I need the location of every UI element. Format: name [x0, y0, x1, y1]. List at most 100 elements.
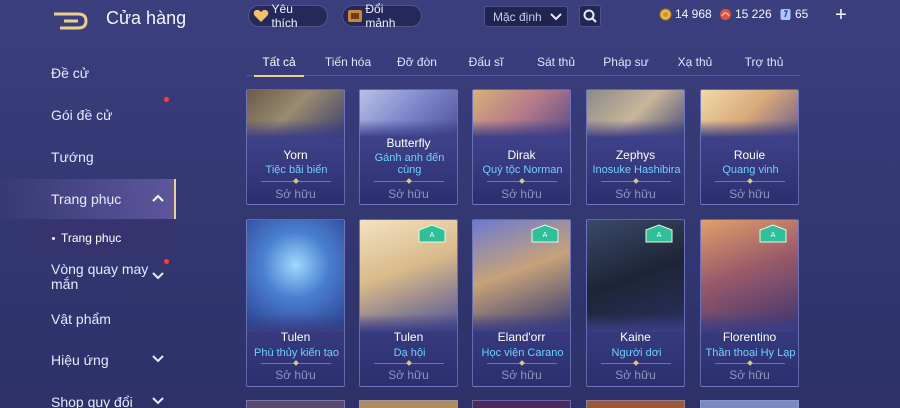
card-divider [261, 181, 331, 182]
skin-artwork [247, 90, 344, 138]
rank-badge-icon: A [759, 224, 787, 243]
skin-name: Quang vinh [722, 164, 779, 176]
chevron-down-icon [152, 272, 164, 280]
skin-card-partial[interactable] [586, 400, 685, 408]
sidebar-item-heroes[interactable]: Tướng [0, 137, 176, 177]
skin-card[interactable]: Yorn Tiệc bãi biển Sở hữu [246, 89, 345, 205]
skin-name: Thần thoại Hy Lạp [705, 347, 796, 359]
back-button[interactable] [52, 8, 90, 30]
voucher-icon [780, 8, 791, 20]
skin-card[interactable]: Rouie Quang vinh Sở hữu [700, 89, 799, 205]
ruby-icon [720, 8, 731, 20]
skin-card[interactable]: A Eland'orr Học viện Carano Sở hữu [472, 219, 571, 387]
skin-card[interactable]: Tulen Phù thủy kiến tạo Sở hữu [246, 219, 345, 387]
skin-artwork [701, 90, 798, 138]
owned-status: Sở hữu [501, 368, 542, 382]
hero-name: Zephys [615, 148, 656, 162]
card-divider [715, 363, 785, 364]
skin-artwork [587, 90, 684, 138]
tab-mage[interactable]: Pháp sư [599, 48, 653, 76]
skin-card-partial[interactable] [246, 400, 345, 408]
tab-support[interactable]: Trợ thủ [738, 48, 790, 76]
card-divider [374, 181, 444, 182]
shop-screen: Cửa hàng Yêu thích Đổi mảnh Mặc định 14 … [0, 0, 900, 408]
hero-name: Rouie [733, 148, 766, 162]
rank-badge-icon: A [645, 224, 673, 243]
tab-evolution[interactable]: Tiến hóa [318, 48, 378, 76]
search-button[interactable] [579, 5, 601, 27]
skin-name: Phù thủy kiến tạo [253, 347, 339, 359]
sidebar-item-label: Đề cử [51, 64, 90, 81]
card-divider [487, 363, 557, 364]
sidebar-item-skins[interactable]: Trang phục [0, 179, 176, 219]
skin-grid: Yorn Tiệc bãi biển Sở hữu Butterfly Gánh… [246, 89, 806, 408]
card-divider [487, 181, 557, 182]
sidebar-item-label: Tướng [51, 148, 94, 165]
svg-text:A: A [543, 231, 548, 239]
sidebar-item-recommended[interactable]: Đề cử [0, 53, 176, 93]
svg-text:A: A [657, 231, 662, 239]
sidebar-item-label: Vật phẩm [51, 310, 111, 327]
tab-warrior[interactable]: Đấu sĩ [460, 48, 512, 76]
card-divider [715, 181, 785, 182]
card-divider [601, 363, 671, 364]
sidebar-subitem-label: Trang phục [61, 231, 122, 245]
owned-status: Sở hữu [388, 368, 429, 382]
skin-card[interactable]: A Florentino Thần thoại Hy Lạp Sở hữu [700, 219, 799, 387]
skin-card[interactable]: Butterfly Gánh anh đến cùng Sở hữu [359, 89, 458, 205]
fragment-exchange-label: Đổi mảnh [365, 2, 396, 30]
skin-card-partial[interactable] [700, 400, 799, 408]
owned-status: Sở hữu [275, 187, 316, 201]
owned-status: Sở hữu [729, 368, 770, 382]
gold-amount: 14 968 [675, 7, 712, 21]
sidebar-item-exchange-shop[interactable]: Shop quy đổi [0, 382, 176, 408]
skin-card-partial[interactable] [472, 400, 571, 408]
sidebar-item-label: Vòng quay may mắn [51, 261, 149, 292]
ruby-amount: 15 226 [735, 7, 772, 21]
gold-balance: 14 968 [659, 7, 712, 21]
tab-marksman[interactable]: Xạ thủ [670, 48, 720, 76]
owned-status: Sở hữu [615, 368, 656, 382]
chevron-down-icon [550, 13, 562, 21]
owned-status: Sở hữu [275, 368, 316, 382]
sort-value: Mặc định [493, 9, 542, 24]
card-divider [601, 181, 671, 182]
sort-dropdown[interactable]: Mặc định [484, 6, 568, 27]
tab-assassin[interactable]: Sát thủ [530, 48, 582, 76]
fragment-exchange-button[interactable]: Đổi mảnh [342, 2, 422, 30]
skin-name: Tiệc bãi biển [265, 164, 328, 176]
ruby-balance: 15 226 [719, 7, 772, 21]
svg-text:A: A [430, 231, 435, 239]
heart-icon [252, 8, 270, 24]
sidebar-item-recommended-packs[interactable]: Gói đề cử [0, 95, 176, 135]
sidebar-subitem-skins[interactable]: Trang phục [30, 221, 176, 255]
owned-status: Sở hữu [615, 187, 656, 201]
skin-card[interactable]: Zephys Inosuke Hashibira Sở hữu [586, 89, 685, 205]
sidebar-item-lucky-wheel[interactable]: Vòng quay may mắn [0, 257, 176, 297]
chevron-down-icon [152, 355, 164, 363]
hero-name: Kaine [620, 330, 651, 344]
skin-card-partial[interactable] [359, 400, 458, 408]
fragment-icon [346, 8, 363, 24]
sidebar-item-items[interactable]: Vật phẩm [0, 299, 176, 339]
hero-name: Eland'orr [497, 330, 546, 344]
hero-name: Florentino [722, 330, 777, 344]
skin-artwork [360, 90, 457, 138]
skin-artwork [473, 90, 570, 138]
top-up-button[interactable]: + [832, 5, 850, 25]
skin-card[interactable]: A Kaine Người dơi Sở hữu [586, 219, 685, 387]
sidebar-item-effects[interactable]: Hiệu ứng [0, 340, 176, 380]
sidebar-item-label: Shop quy đổi [51, 393, 133, 408]
skin-artwork [247, 220, 344, 332]
sidebar-item-label: Gói đề cử [51, 106, 113, 123]
skin-card[interactable]: A Tulen Dạ hội Sở hữu [359, 219, 458, 387]
favorites-button[interactable]: Yêu thích [248, 2, 328, 30]
chevron-down-icon [152, 397, 164, 405]
favorites-label: Yêu thích [271, 2, 298, 30]
skin-card[interactable]: Dirak Quý tộc Norman Sở hữu [472, 89, 571, 205]
bullet-icon [52, 236, 55, 240]
category-tabs: Tất cả Tiến hóa Đỡ đòn Đấu sĩ Sát thủ Ph… [246, 48, 800, 77]
tab-tank[interactable]: Đỡ đòn [389, 48, 445, 76]
owned-status: Sở hữu [501, 187, 542, 201]
tab-all[interactable]: Tất cả [250, 48, 308, 77]
